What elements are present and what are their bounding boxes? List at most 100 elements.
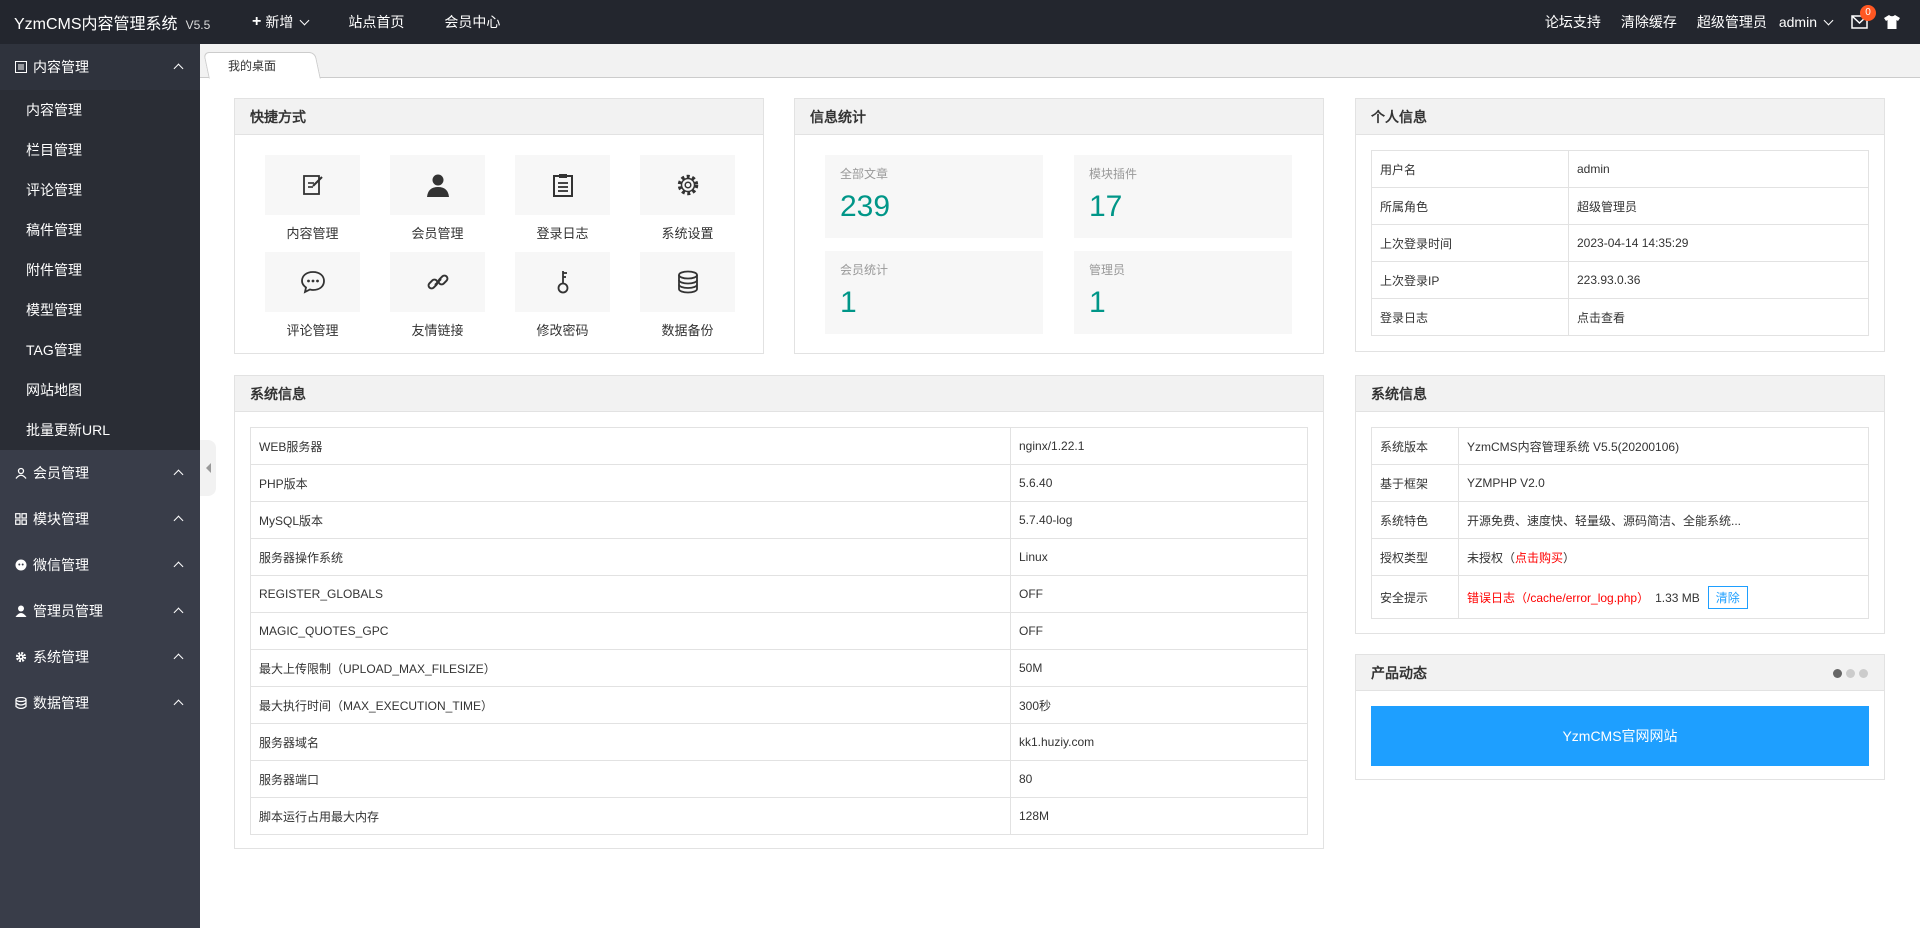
- sidebar-item-category[interactable]: 栏目管理: [0, 130, 200, 170]
- table-row: 用户名 admin: [1371, 150, 1869, 188]
- member-center-link[interactable]: 会员中心: [424, 0, 520, 44]
- sidebar-item-tag[interactable]: TAG管理: [0, 330, 200, 370]
- chevron-up-icon: [173, 699, 184, 710]
- table-row: PHP版本 5.6.40: [250, 464, 1308, 502]
- stat-plugins[interactable]: 模块插件 17: [1074, 155, 1292, 238]
- panel-title: 信息统计: [795, 99, 1323, 135]
- admin-icon: [15, 605, 27, 617]
- error-log-size: 1.33 MB: [1655, 590, 1700, 605]
- sidebar-group-member[interactable]: 会员管理: [0, 450, 200, 496]
- quick-login-log[interactable]: 登录日志: [515, 155, 610, 241]
- quick-comment[interactable]: 评论管理: [265, 252, 360, 338]
- system-info-table: 系统版本 YzmCMS内容管理系统 V5.5(20200106) 基于框架 YZMP…: [1371, 427, 1869, 619]
- table-row: REGISTER_GLOBALS OFF: [250, 575, 1308, 613]
- site-home-link[interactable]: 站点首页: [328, 0, 424, 44]
- table-row: 最大执行时间（MAX_EXECUTION_TIME） 300秒: [250, 686, 1308, 724]
- quick-links-panel: 快捷方式 内容管理 会员管理 登录日志 系统设置 评论管理 友情链接 修改密码: [234, 98, 764, 354]
- row-key: 所属角色: [1371, 187, 1569, 225]
- sidebar-item-attachment[interactable]: 附件管理: [0, 250, 200, 290]
- row-key: 基于框架: [1371, 464, 1459, 502]
- stat-label: 模块插件: [1089, 167, 1138, 181]
- sidebar: 内容管理 内容管理 栏目管理 评论管理 稿件管理 附件管理 模型管理 TAG管理…: [0, 44, 200, 928]
- row-key: WEB服务器: [250, 427, 1011, 465]
- key-icon: [557, 271, 568, 294]
- sidebar-group-system[interactable]: 系统管理: [0, 634, 200, 680]
- sidebar-group-label: 模块管理: [33, 511, 89, 527]
- tab-desktop-label[interactable]: 我的桌面: [228, 57, 276, 74]
- stat-value: 17: [1089, 190, 1123, 223]
- brand-title: YzmCMS内容管理系统: [14, 16, 178, 33]
- row-value: 223.93.0.36: [1568, 261, 1869, 299]
- user-menu[interactable]: admin: [1769, 0, 1842, 44]
- carousel-dot[interactable]: [1833, 668, 1842, 678]
- sidebar-group-module[interactable]: 模块管理: [0, 496, 200, 542]
- carousel-dot[interactable]: [1859, 668, 1868, 678]
- sidebar-group-wechat[interactable]: 微信管理: [0, 542, 200, 588]
- sidebar-group-label: 数据管理: [33, 695, 89, 711]
- row-key: 安全提示: [1371, 575, 1459, 619]
- clear-log-button[interactable]: 清除: [1707, 585, 1748, 609]
- row-value: 2023-04-14 14:35:29: [1568, 224, 1869, 262]
- add-new-label: 新增: [265, 14, 294, 30]
- official-site-button[interactable]: YzmCMS官网网站: [1371, 706, 1869, 766]
- row-value: Linux: [1010, 538, 1308, 576]
- row-value: 5.7.40-log: [1010, 501, 1308, 539]
- mail-button[interactable]: 0: [1848, 0, 1876, 44]
- quick-content[interactable]: 内容管理: [265, 155, 360, 241]
- edit-icon: [302, 175, 323, 195]
- stat-admins[interactable]: 管理员 1: [1074, 251, 1292, 334]
- stat-label: 管理员: [1089, 263, 1126, 277]
- quick-label: 评论管理: [286, 323, 339, 338]
- sidebar-subitems: 内容管理 栏目管理 评论管理 稿件管理 附件管理 模型管理 TAG管理 网站地图…: [0, 90, 200, 450]
- row-key: 上次登录IP: [1371, 261, 1569, 299]
- quick-links-grid: 内容管理 会员管理 登录日志 系统设置 评论管理 友情链接 修改密码 数据备份: [235, 135, 763, 338]
- login-log-link[interactable]: 点击查看: [1568, 298, 1869, 336]
- personal-info-table: 用户名 admin 所属角色 超级管理员 上次登录时间 2023-04-14 14:3…: [1371, 150, 1869, 336]
- carousel-dot[interactable]: [1846, 668, 1855, 678]
- theme-button[interactable]: [1876, 0, 1908, 44]
- sidebar-group-admin[interactable]: 管理员管理: [0, 588, 200, 634]
- row-key: 最大上传限制（UPLOAD_MAX_FILESIZE）: [250, 649, 1011, 687]
- sidebar-group-content[interactable]: 内容管理: [0, 44, 200, 90]
- buy-license-link[interactable]: 点击购买: [1515, 551, 1563, 565]
- clear-cache-link[interactable]: 清除缓存: [1611, 0, 1687, 44]
- forum-support-link[interactable]: 论坛支持: [1535, 0, 1611, 44]
- row-value: 80: [1010, 760, 1308, 798]
- sidebar-item-manuscript[interactable]: 稿件管理: [0, 210, 200, 250]
- quick-member[interactable]: 会员管理: [390, 155, 485, 241]
- panel-title: 系统信息: [1356, 376, 1884, 412]
- sidebar-collapse-toggle[interactable]: [200, 440, 216, 496]
- quick-friend-link[interactable]: 友情链接: [390, 252, 485, 338]
- wechat-icon: [15, 559, 27, 571]
- sidebar-group-data[interactable]: 数据管理: [0, 680, 200, 726]
- row-value: 50M: [1010, 649, 1308, 687]
- quick-settings[interactable]: 系统设置: [640, 155, 735, 241]
- stat-members[interactable]: 会员统计 1: [825, 251, 1043, 334]
- quick-backup[interactable]: 数据备份: [640, 252, 735, 338]
- table-row: 服务器域名 kk1.huziy.com: [250, 723, 1308, 761]
- quick-password[interactable]: 修改密码: [515, 252, 610, 338]
- sidebar-item-comment[interactable]: 评论管理: [0, 170, 200, 210]
- top-right: 论坛支持 清除缓存 超级管理员 admin 0: [1535, 0, 1920, 44]
- sidebar-group-label: 微信管理: [33, 557, 89, 573]
- sidebar-item-sitemap[interactable]: 网站地图: [0, 370, 200, 410]
- row-value: 开源免费、速度快、轻量级、源码简洁、全能系统...: [1458, 501, 1869, 539]
- stat-articles[interactable]: 全部文章 239: [825, 155, 1043, 238]
- table-row: 服务器端口 80: [250, 760, 1308, 798]
- row-key: PHP版本: [250, 464, 1011, 502]
- sidebar-item-update-url[interactable]: 批量更新URL: [0, 410, 200, 450]
- brand[interactable]: YzmCMS内容管理系统 V5.5: [0, 10, 232, 34]
- row-value: 5.6.40: [1010, 464, 1308, 502]
- sidebar-item-model[interactable]: 模型管理: [0, 290, 200, 330]
- server-info-table: WEB服务器 nginx/1.22.1 PHP版本 5.6.40 MySQL版本 5.…: [250, 427, 1308, 835]
- add-new-menu[interactable]: + 新增: [232, 0, 328, 44]
- panel-title: 产品动态: [1356, 655, 1884, 691]
- chevron-up-icon: [173, 561, 184, 572]
- row-key: 登录日志: [1371, 298, 1569, 336]
- gear-icon: [15, 651, 27, 663]
- chevron-up-icon: [173, 607, 184, 618]
- chevron-up-icon: [173, 63, 184, 74]
- sidebar-item-content[interactable]: 内容管理: [0, 90, 200, 130]
- collapse-arrow-icon: [205, 463, 211, 473]
- row-key: 系统版本: [1371, 427, 1459, 465]
